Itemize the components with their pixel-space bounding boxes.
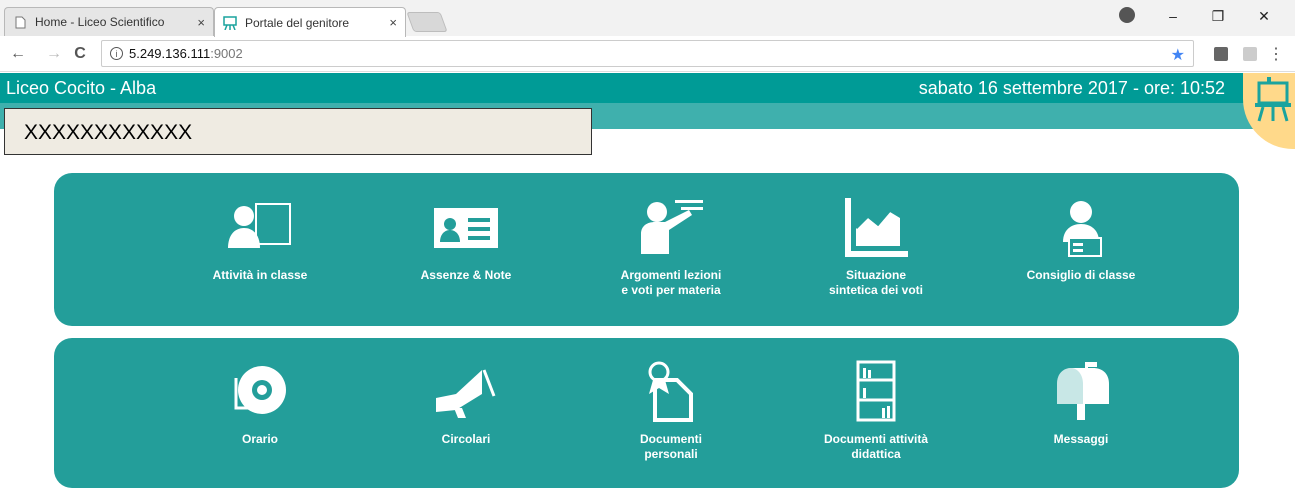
tile-label: Documenti attività [823, 432, 928, 446]
maximize-button[interactable]: ❐ [1208, 8, 1228, 25]
address-bar: ← → C i 5.249.136.111:9002 ★ ⋮ [0, 36, 1295, 72]
tile-label: didattica [851, 447, 901, 461]
document-award-icon [648, 361, 693, 422]
forward-button[interactable]: → [45, 45, 63, 63]
school-name: Liceo Cocito - Alba [6, 78, 157, 98]
extension-icon[interactable] [1214, 47, 1228, 61]
council-icon [1063, 201, 1102, 257]
tile-label: Messaggi [1053, 432, 1109, 446]
id-card-icon [434, 208, 498, 248]
account-icon[interactable] [1119, 7, 1135, 23]
reload-button[interactable]: C [71, 45, 89, 63]
pdf-extension-icon[interactable] [1243, 47, 1257, 61]
info-icon[interactable]: i [110, 47, 123, 60]
browser-tab-strip: Home - Liceo Scientifico × Portale del g… [0, 0, 1295, 37]
easel-icon [1255, 77, 1291, 122]
tile-label: Assenze & Note [420, 268, 512, 282]
tile-documenti-personali[interactable]: Documenti personali [591, 360, 751, 462]
page-icon [13, 15, 27, 29]
url-port: :9002 [210, 46, 243, 61]
bookmark-star-icon[interactable]: ★ [1171, 45, 1185, 65]
tile-orario[interactable]: Orario [180, 360, 340, 447]
tile-label: Orario [241, 432, 278, 446]
date-time: sabato 16 settembre 2017 - ore: 10:52 [918, 78, 1225, 98]
menu-icon[interactable]: ⋮ [1268, 44, 1284, 64]
tab-title: Portale del genitore [245, 15, 350, 30]
tab-title: Home - Liceo Scientifico [35, 15, 165, 29]
user-name-box: XXXXXXXXXXXX [4, 108, 592, 155]
site-header: Liceo Cocito - Alba sabato 16 settembre … [0, 73, 1295, 103]
tile-label: Attività in classe [212, 268, 308, 282]
tile-documenti-attivita[interactable]: Documenti attività didattica [796, 360, 956, 462]
lesson-presenter-icon [641, 200, 703, 254]
back-button[interactable]: ← [9, 45, 27, 63]
logo[interactable] [1243, 73, 1295, 149]
main-menu-panel-2: Orario Circolari Documenti personali Doc… [54, 338, 1239, 488]
url-field[interactable]: i 5.249.136.111:9002 ★ [101, 40, 1194, 67]
new-tab-button[interactable] [406, 12, 448, 32]
tile-label: sintetica dei voti [828, 283, 924, 297]
tab-close-icon[interactable]: × [197, 15, 205, 30]
megaphone-icon [436, 369, 496, 418]
tile-messaggi[interactable]: Messaggi [1001, 360, 1161, 447]
tab-home[interactable]: Home - Liceo Scientifico × [4, 7, 214, 36]
easel-icon [223, 15, 237, 30]
minimize-button[interactable]: – [1163, 8, 1183, 24]
bell-icon [234, 366, 286, 414]
tile-situazione-voti[interactable]: Situazione sintetica dei voti [796, 198, 956, 298]
tile-assenze-note[interactable]: Assenze & Note [386, 198, 546, 283]
tile-label: personali [644, 447, 698, 461]
teacher-board-icon [228, 203, 291, 248]
tile-circolari[interactable]: Circolari [386, 360, 546, 447]
close-window-button[interactable]: ✕ [1254, 8, 1274, 25]
tab-portale[interactable]: Portale del genitore × [214, 7, 406, 37]
tile-label: Situazione [845, 268, 906, 282]
tile-label: Argomenti lezioni [620, 268, 722, 282]
mailbox-icon [1057, 362, 1109, 420]
tile-label: e voti per materia [621, 283, 721, 297]
tile-argomenti-lezioni[interactable]: Argomenti lezioni e voti per materia [591, 198, 751, 298]
bookshelf-icon [856, 360, 896, 422]
chart-icon [845, 198, 908, 257]
tile-label: Documenti [639, 432, 702, 446]
tile-label: Circolari [441, 432, 491, 446]
tile-attivita-in-classe[interactable]: Attività in classe [180, 198, 340, 283]
url-host: 5.249.136.111 [129, 46, 211, 61]
tile-consiglio-di-classe[interactable]: Consiglio di classe [1001, 198, 1161, 283]
main-menu-panel-1: Attività in classe Assenze & Note Argome… [54, 173, 1239, 326]
tile-label: Consiglio di classe [1026, 268, 1136, 282]
tab-close-icon[interactable]: × [389, 15, 397, 30]
